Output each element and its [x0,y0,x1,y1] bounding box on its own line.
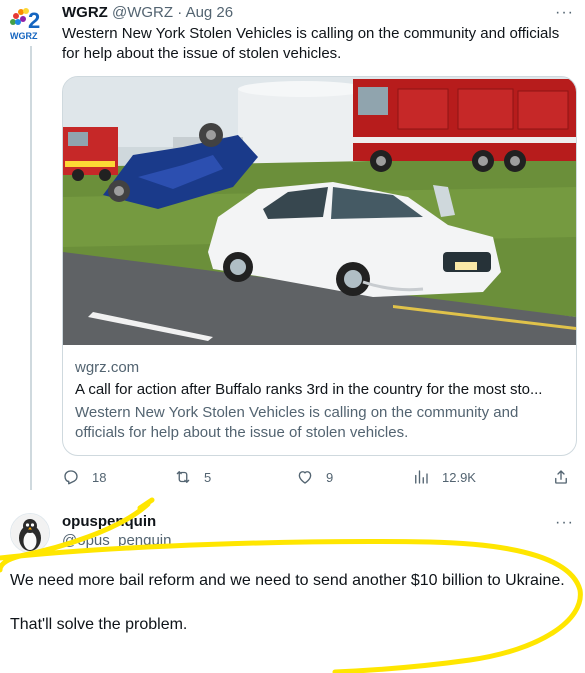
retweet-count: 5 [204,469,212,485]
reply-count: 18 [92,469,107,485]
reply-paragraph-2: That'll solve the problem. [10,616,188,633]
like-count: 9 [326,469,334,485]
more-icon[interactable]: ··· [555,5,574,21]
reply-display-name[interactable]: opuspenquin [62,513,156,530]
tweet-header: WGRZ @WGRZ · Aug 26 [62,4,233,21]
reply-paragraph-1: We need more bail reform and we need to … [10,572,565,589]
card-domain: wgrz.com [75,359,140,376]
thread-connector-line [30,46,32,490]
action-bar: 18 5 9 12.9K [62,468,577,490]
reply-icon [64,470,78,485]
handle[interactable]: @WGRZ [112,4,173,21]
link-card[interactable]: wgrz.com A call for action after Buffalo… [62,76,577,456]
views-icon [415,470,428,484]
reply-text: We need more bail reform and we need to … [10,570,570,658]
wgrz-logo-icon: 2 WGRZ [10,8,40,41]
display-name[interactable]: WGRZ [62,4,108,21]
svg-text:2: 2 [28,8,40,33]
retweet-icon [176,471,190,483]
opuspenquin-avatar[interactable] [10,513,50,553]
retweet-button[interactable]: 5 [174,468,211,486]
views-count: 12.9K [442,469,476,485]
tweet-text: Western New York Stolen Vehicles is call… [62,25,560,62]
share-icon [555,470,567,484]
svg-text:WGRZ: WGRZ [10,31,38,41]
like-icon [298,471,312,484]
wgrz-avatar[interactable]: 2 WGRZ [8,6,52,42]
card-image[interactable] [63,77,576,345]
like-button[interactable]: 9 [296,468,333,486]
penguin-avatar-icon [11,514,49,552]
share-button[interactable] [552,468,582,486]
tweet-date[interactable]: Aug 26 [186,4,234,21]
reply-button[interactable]: 18 [62,468,106,486]
card-title[interactable]: A call for action after Buffalo ranks 3r… [75,381,565,398]
separator: · [177,4,183,21]
reply-handle[interactable]: @opus_penquin [62,532,171,549]
reply-more-icon[interactable]: ··· [555,515,574,531]
card-description: Western New York Stolen Vehicles is call… [75,404,519,441]
views-button[interactable]: 12.9K [412,468,476,486]
